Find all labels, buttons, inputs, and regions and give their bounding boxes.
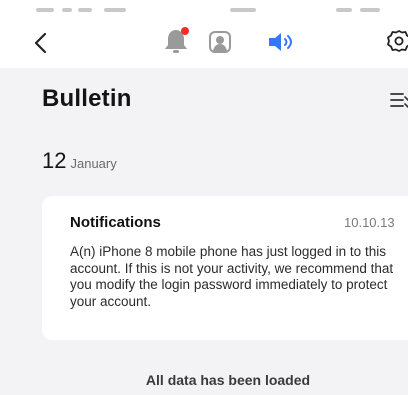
speaker-icon[interactable] <box>266 30 296 54</box>
notification-card[interactable]: Notifications 10.10.13 A(n) iPhone 8 mob… <box>42 196 408 340</box>
chevron-left-icon[interactable] <box>30 30 52 56</box>
top-toolbar <box>0 14 408 68</box>
filter-list-icon[interactable] <box>390 92 408 108</box>
notification-body: A(n) iPhone 8 mobile phone has just logg… <box>70 244 394 309</box>
notification-time: 10.10.13 <box>344 215 395 230</box>
date-group-header: 12 January <box>42 148 117 174</box>
notification-badge <box>181 27 189 35</box>
notification-title: Notifications <box>70 214 161 231</box>
date-day: 12 <box>42 148 67 173</box>
status-bar <box>0 0 408 14</box>
gear-icon[interactable] <box>386 28 408 56</box>
bell-icon[interactable] <box>160 26 192 56</box>
date-month: January <box>70 156 117 171</box>
load-status-text: All data has been loaded <box>145 372 311 388</box>
user-icon[interactable] <box>208 30 232 54</box>
page-title: Bulletin <box>42 85 132 112</box>
